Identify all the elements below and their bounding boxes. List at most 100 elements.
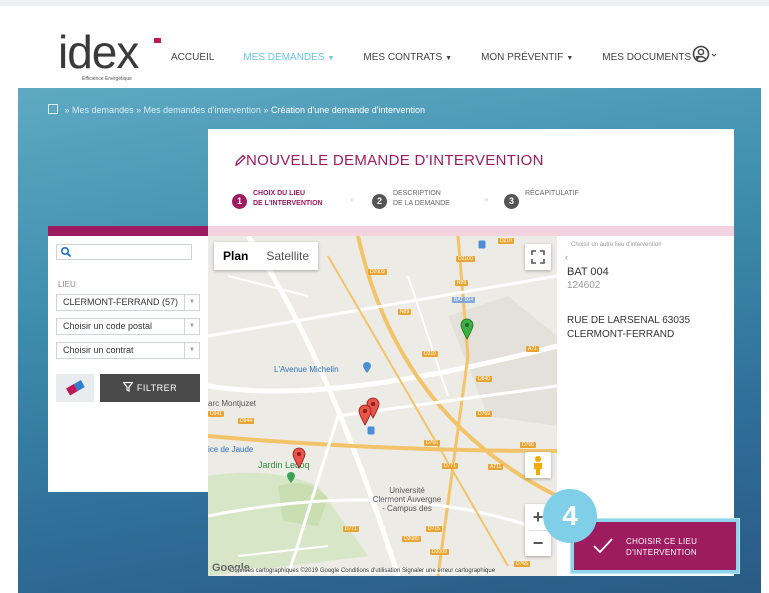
idex-logo[interactable]: idex Efficience Energétique	[58, 26, 161, 82]
road-label: D771	[343, 526, 359, 532]
breadcrumb-mes-demandes[interactable]: Mes demandes	[72, 105, 134, 115]
breadcrumb-demandes-intervention[interactable]: Mes demandes d'intervention	[144, 105, 261, 115]
step-number: 1	[232, 194, 247, 209]
map-type-toggle: Plan Satellite	[214, 242, 319, 270]
nav-label: MES DOCUMENTS	[602, 52, 692, 63]
checkmark-icon	[593, 538, 613, 554]
filter-button[interactable]: FILTRER	[100, 374, 200, 402]
selected-location-marker-icon[interactable]	[460, 318, 474, 340]
chevron-left-icon[interactable]: ‹	[565, 252, 568, 262]
road-label: D944	[238, 418, 254, 424]
map-type-satellite-button[interactable]: Satellite	[257, 242, 318, 270]
city-select[interactable]: CLERMONT-FERRAND (57) ▼	[56, 294, 200, 311]
park-marker-icon	[287, 472, 295, 483]
transit-icon	[478, 240, 486, 249]
road-label: N89	[455, 280, 469, 286]
bat-004-map-label: BAT 004	[452, 297, 475, 303]
filter-header-band	[48, 226, 208, 236]
poi-label: ice de Jaude	[208, 445, 254, 454]
nav-item-mes-documents[interactable]: MES DOCUMENTS ▼	[602, 52, 701, 63]
road-label: D769	[476, 411, 492, 417]
poi-label: L'Avenue Michelin	[274, 365, 339, 374]
chevron-down-icon: ▼	[184, 295, 199, 310]
location-marker-icon[interactable]	[358, 404, 372, 426]
user-menu[interactable]	[692, 44, 718, 69]
address-city: CLERMONT-FERRAND	[567, 329, 675, 340]
nav-label: MON PRÉVENTIF	[481, 52, 564, 63]
choose-location-button[interactable]: CHOISIR CE LIEU D'INTERVENTION	[571, 519, 739, 573]
nav-item-mes-contrats[interactable]: MES CONTRATS ▼	[363, 52, 452, 63]
funnel-icon	[122, 381, 134, 392]
map-type-plan-button[interactable]: Plan	[214, 242, 257, 270]
chevron-down-icon: ▼	[184, 343, 199, 358]
road-label: A71	[526, 346, 539, 352]
postal-code-select[interactable]: Choisir un code postal ▼	[56, 318, 200, 335]
page-title: NOUVELLE DEMANDE D'INTERVENTION	[246, 152, 544, 169]
nav-label: MES DEMANDES	[243, 52, 325, 63]
road-label: D2089	[402, 536, 421, 542]
step-label: CHOIX DU LIEU DE L'INTERVENTION	[253, 189, 323, 209]
road-label: D210	[422, 351, 438, 357]
step-label-line1: RÉCAPITULATIF	[525, 190, 579, 197]
road-label: D2100	[456, 256, 475, 262]
choose-other-location-link[interactable]: Choisir un autre lieu d'intervention	[571, 242, 662, 248]
fullscreen-button[interactable]	[525, 244, 551, 270]
poi-label: arc Montjuzet	[208, 399, 257, 408]
map-view[interactable]: D210 D2100 N89 A71 D2009 D210 D840 N89 D…	[208, 236, 557, 576]
logo-tagline: Efficience Energétique	[82, 76, 132, 82]
search-input[interactable]	[56, 244, 192, 260]
city-select-value: CLERMONT-FERRAND (57)	[63, 297, 179, 307]
eraser-icon	[66, 380, 85, 396]
road-label: D2009	[368, 269, 387, 275]
road-label: A711	[488, 464, 504, 470]
choose-location-label: CHOISIR CE LIEU D'INTERVENTION	[626, 536, 697, 558]
step-label-line1: CHOIX DU LIEU	[253, 190, 306, 197]
chevron-down-icon: ▼	[184, 319, 199, 334]
home-icon[interactable]	[48, 104, 58, 114]
street-view-pegman[interactable]	[525, 452, 551, 478]
nav-label: MES CONTRATS	[363, 52, 443, 63]
road-label: D2009	[430, 549, 449, 555]
logo-text: idex	[58, 26, 139, 78]
top-navigation-bar: idex Efficience Energétique ACCUEIL MES …	[0, 0, 769, 88]
filter-panel: LIEU CLERMONT-FERRAND (57) ▼ Choisir un …	[48, 236, 208, 492]
postal-select-value: Choisir un code postal	[63, 321, 153, 331]
nav-item-mes-demandes[interactable]: MES DEMANDES ▼	[243, 52, 334, 63]
breadcrumb-separator: »	[136, 105, 142, 115]
road-label: D715	[426, 526, 442, 532]
step-label-line2: DE L'INTERVENTION	[253, 200, 323, 207]
step-label-line1: DESCRIPTION	[393, 190, 441, 197]
address-street: RUE DE LARSENAL 63035	[567, 315, 691, 326]
card-divider-band	[208, 226, 734, 236]
logo-accent-mark	[154, 38, 161, 43]
map-canvas	[208, 236, 557, 576]
transit-icon	[367, 426, 375, 435]
step-label: DESCRIPTION DE LA DEMANDE	[393, 189, 450, 209]
lieu-label: LIEU	[58, 280, 76, 289]
breadcrumb-separator: »	[64, 105, 70, 115]
road-label: D840	[476, 376, 492, 382]
nav-label: ACCUEIL	[171, 52, 215, 63]
location-marker-icon[interactable]	[292, 447, 306, 469]
map-attribution[interactable]: Données cartographiques ©2019 Google Con…	[230, 568, 496, 574]
main-nav: ACCUEIL MES DEMANDES ▼ MES CONTRATS ▼ MON …	[171, 52, 730, 63]
chevron-down-icon: ▼	[445, 55, 453, 62]
step-number: 3	[504, 194, 519, 209]
choose-label-line2: D'INTERVENTION	[626, 548, 697, 557]
filter-button-label: FILTRER	[136, 383, 178, 393]
nav-item-mon-preventif[interactable]: MON PRÉVENTIF ▼	[481, 52, 573, 63]
poi-label: Université Clermont Auvergne - Campus de…	[372, 486, 442, 513]
road-label: D210	[498, 238, 514, 244]
tutorial-step-badge: 4	[543, 489, 597, 543]
clear-filters-button[interactable]	[56, 374, 94, 402]
road-label: D765	[514, 561, 530, 567]
chevron-down-icon: ▼	[327, 55, 335, 62]
zoom-out-button[interactable]: −	[525, 531, 551, 556]
road-label: N89	[398, 309, 412, 315]
chevron-down-icon: ▼	[566, 55, 574, 62]
step-number: 2	[372, 194, 387, 209]
contract-select[interactable]: Choisir un contrat ▼	[56, 342, 200, 359]
step-label: RÉCAPITULATIF	[525, 189, 579, 199]
building-name: BAT 004	[567, 266, 609, 278]
nav-item-accueil[interactable]: ACCUEIL	[171, 52, 214, 63]
